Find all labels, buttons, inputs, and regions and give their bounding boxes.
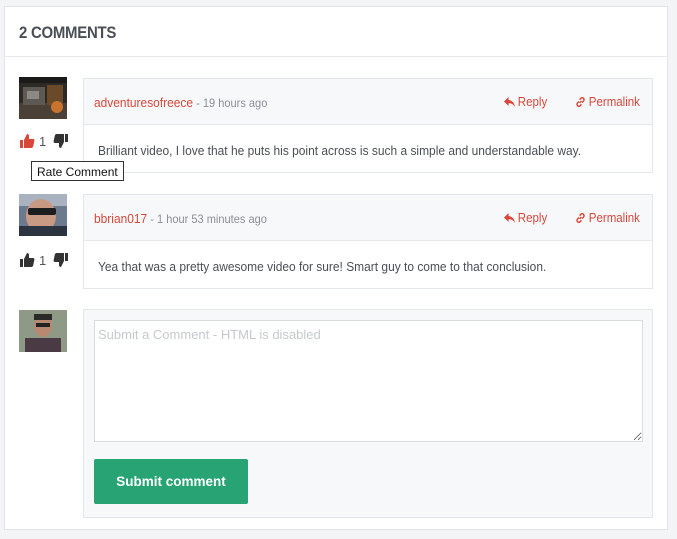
current-user-avatar xyxy=(19,310,67,352)
comments-header: 2 COMMENTS xyxy=(5,7,667,57)
vote-count: 1 xyxy=(39,134,47,149)
avatar-image xyxy=(19,194,67,236)
comments-panel: 2 COMMENTS 1 adventuresofreece - 19 hour… xyxy=(4,6,668,530)
comment-card: adventuresofreece - 19 hours ago Reply P… xyxy=(83,78,653,173)
permalink-button[interactable]: Permalink xyxy=(575,95,640,109)
comments-title: 2 COMMENTS xyxy=(19,23,117,42)
comment-header: adventuresofreece - 19 hours ago Reply P… xyxy=(84,79,652,125)
comment-text: Brilliant video, I love that he puts his… xyxy=(98,143,582,158)
vote-count: 1 xyxy=(39,253,47,268)
thumbs-down-icon[interactable] xyxy=(53,252,69,268)
comment-timestamp: 1 hour 53 minutes ago xyxy=(157,212,267,226)
compose-form: Submit comment xyxy=(83,309,653,518)
thumbs-down-icon[interactable] xyxy=(53,133,69,149)
avatar-adventuresofreece[interactable] xyxy=(19,77,67,119)
comment-meta: bbrian017 - 1 hour 53 minutes ago xyxy=(94,211,267,226)
link-icon xyxy=(576,96,585,108)
reply-icon xyxy=(504,97,516,107)
submit-comment-button[interactable]: Submit comment xyxy=(94,459,248,504)
thumbs-up-icon[interactable] xyxy=(19,133,35,149)
rate-comment-tooltip: Rate Comment xyxy=(31,161,124,181)
reply-button[interactable]: Reply xyxy=(504,211,547,225)
thumbs-up-icon[interactable] xyxy=(19,252,35,268)
avatar-image xyxy=(19,310,67,352)
comment-text: Yea that was a pretty awesome video for … xyxy=(98,259,547,274)
avatar-bbrian017[interactable] xyxy=(19,194,67,236)
reply-icon xyxy=(504,213,516,223)
comment-meta: adventuresofreece - 19 hours ago xyxy=(94,95,267,110)
meta-separator: - xyxy=(147,212,158,226)
meta-separator: - xyxy=(193,96,203,110)
permalink-label: Permalink xyxy=(588,211,640,225)
permalink-button[interactable]: Permalink xyxy=(575,211,640,225)
permalink-label: Permalink xyxy=(588,95,640,109)
comment-header: bbrian017 - 1 hour 53 minutes ago Reply … xyxy=(84,195,652,241)
link-icon xyxy=(576,212,585,224)
comment-textarea[interactable] xyxy=(94,320,643,442)
author-link[interactable]: bbrian017 xyxy=(94,211,147,226)
reply-label: Reply xyxy=(517,95,548,109)
comment-card: bbrian017 - 1 hour 53 minutes ago Reply … xyxy=(83,194,653,289)
vote-controls-1: 1 xyxy=(19,133,71,149)
reply-label: Reply xyxy=(517,211,548,225)
avatar-image xyxy=(19,77,67,119)
reply-button[interactable]: Reply xyxy=(504,95,547,109)
comment-timestamp: 19 hours ago xyxy=(202,96,268,110)
author-link[interactable]: adventuresofreece xyxy=(94,95,193,110)
vote-controls-2: 1 xyxy=(19,252,71,268)
